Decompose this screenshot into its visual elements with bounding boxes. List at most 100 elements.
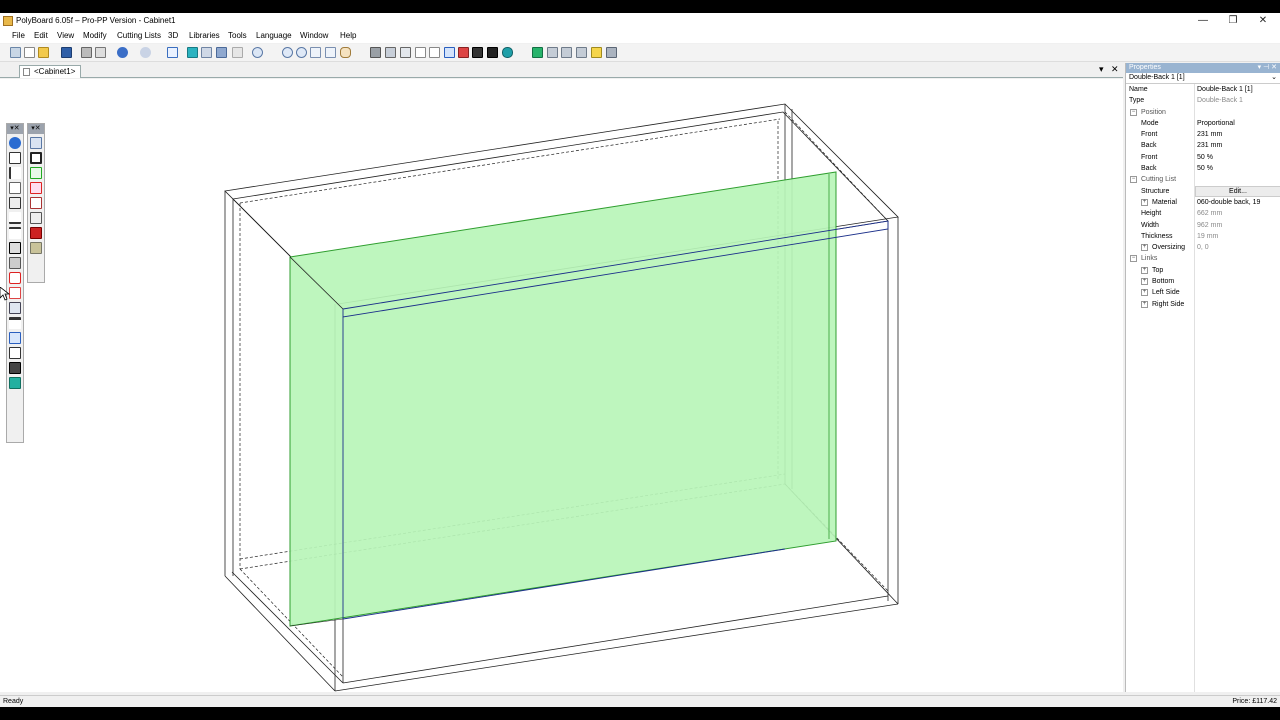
section-links[interactable]: − Links xyxy=(1126,253,1280,264)
prop-back-pct[interactable]: Back 50 % xyxy=(1126,163,1280,174)
layers-icon[interactable] xyxy=(487,47,498,58)
prop-material[interactable]: + Material 060-double back, 19 xyxy=(1126,197,1280,208)
3d-view-icon[interactable] xyxy=(502,47,513,58)
info-icon[interactable] xyxy=(252,47,263,58)
open-folder-icon[interactable] xyxy=(38,47,49,58)
zoom-window-icon[interactable] xyxy=(325,47,336,58)
select-icon[interactable] xyxy=(167,47,178,58)
divider-icon[interactable] xyxy=(9,167,21,179)
section-cutting-list[interactable]: − Cutting List xyxy=(1126,174,1280,185)
new-document-icon[interactable] xyxy=(24,47,35,58)
cabinet-icon[interactable] xyxy=(187,47,198,58)
multi-cabinet-icon[interactable] xyxy=(216,47,227,58)
arrow-play-icon[interactable] xyxy=(472,47,483,58)
link-left-side[interactable]: + Left Side xyxy=(1126,287,1280,298)
collapse-icon[interactable]: − xyxy=(1130,255,1137,263)
handle-icon[interactable] xyxy=(30,227,42,239)
zoom-in-icon[interactable] xyxy=(282,47,293,58)
menu-cutting-lists[interactable]: Cutting Lists xyxy=(117,31,161,40)
expand-icon[interactable]: + xyxy=(1141,300,1148,308)
menu-language[interactable]: Language xyxy=(256,31,292,40)
print-icon[interactable] xyxy=(81,47,92,58)
measure-horizontal-icon[interactable] xyxy=(415,47,426,58)
menu-help[interactable]: Help xyxy=(340,31,356,40)
red-panel-icon[interactable] xyxy=(30,182,42,194)
cutout-icon[interactable] xyxy=(9,287,21,299)
expand-icon[interactable]: + xyxy=(1141,198,1148,206)
house-shape-icon[interactable] xyxy=(9,272,21,284)
link-icon[interactable] xyxy=(444,47,455,58)
hardware-icon[interactable] xyxy=(30,242,42,254)
redo-icon[interactable] xyxy=(140,47,151,58)
tools-icon[interactable] xyxy=(30,137,42,149)
fitting-icon[interactable] xyxy=(9,317,21,329)
joinery-icon[interactable] xyxy=(458,47,469,58)
print-preview-icon[interactable] xyxy=(95,47,106,58)
expand-icon[interactable]: + xyxy=(1141,289,1148,297)
lines-icon[interactable] xyxy=(9,362,21,374)
section-position[interactable]: − Position xyxy=(1126,107,1280,118)
shelf-icon[interactable] xyxy=(9,152,21,164)
grid-panel-icon[interactable] xyxy=(30,197,42,209)
door-icon[interactable] xyxy=(9,182,21,194)
top-rail-icon[interactable] xyxy=(9,227,21,239)
section-icon[interactable] xyxy=(400,47,411,58)
save-icon[interactable] xyxy=(61,47,72,58)
view-side-icon[interactable] xyxy=(547,47,558,58)
view-back-icon[interactable] xyxy=(576,47,587,58)
new-icon[interactable] xyxy=(10,47,21,58)
undo-icon[interactable] xyxy=(117,47,128,58)
zoom-out-icon[interactable] xyxy=(296,47,307,58)
double-back-tool-icon[interactable] xyxy=(9,332,21,344)
copy-cabinet-icon[interactable] xyxy=(201,47,212,58)
back-panel-icon[interactable] xyxy=(9,242,21,254)
cabinet-wizard-icon[interactable] xyxy=(9,137,21,149)
green-panel-icon[interactable] xyxy=(30,167,42,179)
menu-modify[interactable]: Modify xyxy=(83,31,107,40)
wireframe-icon[interactable] xyxy=(370,47,381,58)
expand-icon[interactable]: + xyxy=(1141,266,1148,274)
expand-icon[interactable]: + xyxy=(1141,244,1148,252)
menu-edit[interactable]: Edit xyxy=(34,31,48,40)
restore-button[interactable]: ❐ xyxy=(1218,13,1248,29)
view-top-icon[interactable] xyxy=(561,47,572,58)
prop-front-pct[interactable]: Front 50 % xyxy=(1126,152,1280,163)
tab-list-dropdown-icon[interactable]: ▾ xyxy=(1099,64,1104,75)
menu-libraries[interactable]: Libraries xyxy=(189,31,220,40)
prop-name[interactable]: Name Double-Back 1 [1] xyxy=(1126,84,1280,95)
3d-viewport[interactable]: ▾✕ ▾✕ xyxy=(0,79,1123,692)
chevron-down-icon[interactable]: ⌄ xyxy=(1271,73,1277,81)
close-window-button[interactable]: ✕ xyxy=(1248,13,1278,29)
view-perspective-icon[interactable] xyxy=(606,47,617,58)
menu-view[interactable]: View xyxy=(57,31,74,40)
link-right-side[interactable]: + Right Side xyxy=(1126,299,1280,310)
slope-icon[interactable] xyxy=(9,302,21,314)
link-top[interactable]: + Top xyxy=(1126,265,1280,276)
pan-hand-icon[interactable] xyxy=(340,47,351,58)
properties-panel-controls[interactable]: ▾ ⊣ ✕ xyxy=(1258,63,1277,71)
menu-window[interactable]: Window xyxy=(300,31,328,40)
tab-cabinet1[interactable]: <Cabinet1> xyxy=(19,65,81,78)
materials-icon[interactable] xyxy=(9,377,21,389)
face-frame-icon[interactable] xyxy=(9,257,21,269)
cut-icon[interactable] xyxy=(30,212,42,224)
minimize-button[interactable]: — xyxy=(1188,13,1218,29)
frame-icon[interactable] xyxy=(30,152,42,164)
close-tab-icon[interactable]: ✕ xyxy=(1111,64,1119,75)
collapse-icon[interactable]: − xyxy=(1130,108,1137,116)
structure-edit-button[interactable]: Edit... xyxy=(1195,185,1280,197)
menu-tools[interactable]: Tools xyxy=(228,31,247,40)
double-back-panel[interactable] xyxy=(289,171,837,627)
view-iso-icon[interactable] xyxy=(591,47,602,58)
collapse-icon[interactable]: − xyxy=(1130,176,1137,184)
prop-mode[interactable]: Mode Proportional xyxy=(1126,118,1280,129)
palette-header[interactable]: ▾✕ xyxy=(7,124,23,134)
prop-front-mm[interactable]: Front 231 mm xyxy=(1126,129,1280,140)
view-front-icon[interactable] xyxy=(532,47,543,58)
zoom-extents-icon[interactable] xyxy=(310,47,321,58)
link-bottom[interactable]: + Bottom xyxy=(1126,276,1280,287)
prop-back-mm[interactable]: Back 231 mm xyxy=(1126,140,1280,151)
arrow-tool-icon[interactable] xyxy=(9,347,21,359)
menu-3d[interactable]: 3D xyxy=(168,31,178,40)
measure-vertical-icon[interactable] xyxy=(429,47,440,58)
